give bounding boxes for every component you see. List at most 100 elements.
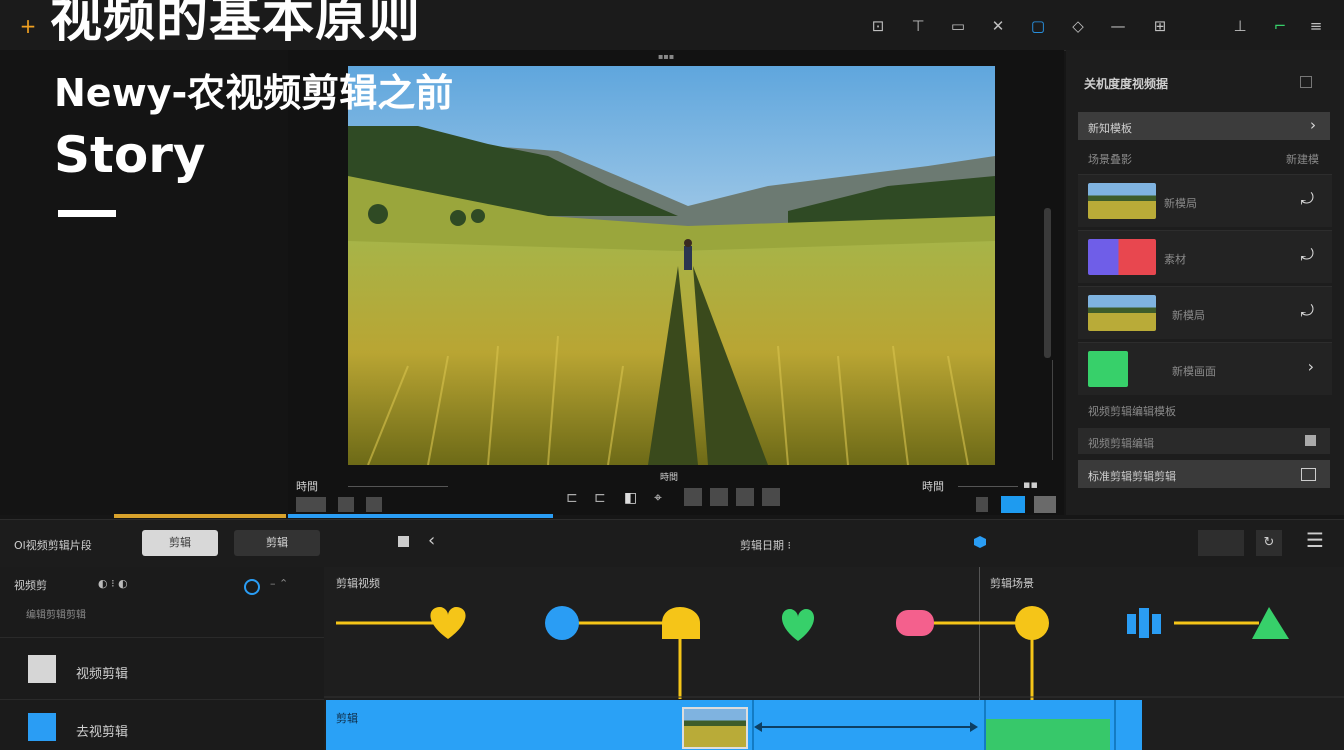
overlay-story: Story: [54, 126, 206, 184]
zoom-in-button[interactable]: [1034, 496, 1056, 513]
split-icon[interactable]: ▭: [948, 16, 968, 36]
template-label-3: 新模局: [1172, 309, 1205, 322]
window-icon: [1301, 468, 1316, 481]
record-icon[interactable]: [244, 579, 260, 595]
template-item-1[interactable]: 新模局 ⤾: [1078, 174, 1332, 227]
add-icon[interactable]: +: [18, 16, 38, 36]
clip-split: [1114, 700, 1116, 750]
section-label: 场景叠影: [1088, 153, 1132, 166]
tool-btn-2[interactable]: [710, 488, 728, 506]
chevron-left-icon[interactable]: ‹: [428, 530, 435, 551]
menu-icon[interactable]: ≡: [1306, 16, 1326, 36]
right-panel-header: 关机度度视频据: [1084, 77, 1169, 91]
template-item-4[interactable]: 新模画面 ›: [1078, 342, 1332, 395]
dome-keyframe-yellow: [662, 607, 700, 639]
section-right-label: 新建模: [1286, 153, 1319, 166]
track-list-icons[interactable]: ◐ ⁝ ◐: [98, 577, 128, 590]
bars-keyframe-blue: [1127, 608, 1161, 638]
template-thumb-1: [1088, 183, 1156, 219]
zoom-out-button[interactable]: [976, 497, 988, 512]
bracket-icon[interactable]: ⊏: [594, 490, 606, 506]
footer-label: 视频剪辑编辑模板: [1088, 405, 1176, 418]
track-divider: [0, 699, 324, 700]
template-item-3[interactable]: 新模局 ⤾: [1078, 286, 1332, 339]
settings-icon[interactable]: ⊥: [1230, 16, 1250, 36]
template-label-4: 新模画面: [1172, 365, 1216, 378]
template-item-2[interactable]: 素材 ⤾: [1078, 230, 1332, 283]
rotate-icon[interactable]: ⤾: [1301, 189, 1314, 209]
clip-label: 剪辑: [336, 712, 358, 725]
track-label-2: 去视剪辑: [76, 725, 129, 740]
template-label-1: 新模局: [1164, 197, 1197, 210]
title-underline: [58, 210, 116, 217]
corner-icon[interactable]: ⌐: [1270, 16, 1290, 36]
track-thumb-2: [28, 713, 56, 741]
circle-keyframe-blue: [545, 606, 579, 640]
selected-template-item[interactable]: 新知模板 ›: [1078, 112, 1330, 140]
green-clip[interactable]: [986, 719, 1110, 750]
option-row-2[interactable]: 标准剪辑剪辑剪辑: [1078, 460, 1330, 488]
left-panel: [0, 50, 289, 515]
tool-btn-1[interactable]: [684, 488, 702, 506]
layers-icon[interactable]: ☰: [1306, 528, 1324, 552]
overlay-title: 视频的基本原则: [50, 0, 422, 49]
progress-segment-left: [114, 514, 286, 518]
rotate-icon[interactable]: ⤾: [1301, 301, 1314, 321]
preview-time-end: ▪▪: [1023, 478, 1038, 491]
refresh-icon[interactable]: ↻: [1256, 530, 1282, 556]
close-icon[interactable]: ✕: [988, 16, 1008, 36]
rotate-icon[interactable]: ⤾: [1301, 245, 1314, 265]
timeline-canvas[interactable]: 剪辑视频 剪辑场景 剪辑: [324, 567, 1344, 750]
template-thumb-4: [1088, 351, 1128, 387]
frame-icon[interactable]: ▢: [1028, 16, 1048, 36]
preview-divider-left: [348, 486, 448, 487]
shape-icon[interactable]: ◇: [1068, 16, 1088, 36]
tool-btn-4[interactable]: [762, 488, 780, 506]
overlay-subtitle: Newy-农视频剪辑之前: [54, 71, 454, 115]
timeline-header: Ol视频剪辑片段 剪辑 剪辑 ‹ 剪辑日期 ⁝ ↻ ☰: [0, 519, 1344, 569]
pin-icon[interactable]: ⌖: [654, 490, 662, 506]
timeline-track-list: 视频剪 ◐ ⁝ ◐ – ⌃ 编辑剪辑剪辑 视频剪辑 去视剪辑: [0, 567, 325, 750]
template-label-2: 素材: [1164, 253, 1186, 266]
stop-icon[interactable]: [398, 536, 409, 547]
timeline-dropdown[interactable]: [1198, 530, 1244, 556]
option-row-1[interactable]: 视频剪辑编辑: [1078, 428, 1330, 454]
wheat-field-image: [348, 66, 995, 465]
preview-scrollbar[interactable]: [1044, 208, 1051, 358]
template-thumb-3: [1088, 295, 1156, 331]
preview-divider-right: [958, 486, 1018, 487]
track-list-sublabel: 编辑剪辑剪辑: [26, 610, 86, 621]
pill-keyframe-pink: [896, 610, 934, 636]
panel-expand-icon[interactable]: [1300, 76, 1312, 88]
timeline-btn-2[interactable]: 剪辑: [234, 530, 320, 556]
clip-thumbnail: [682, 707, 748, 749]
track-list-extra[interactable]: – ⌃: [270, 577, 288, 590]
preview-btn-a[interactable]: [296, 497, 326, 512]
preview-top-label: ▪▪▪: [658, 52, 675, 61]
marker-icon[interactable]: [974, 536, 986, 548]
preview-scroll-track: [1052, 360, 1053, 460]
preview-video-frame[interactable]: [348, 66, 995, 465]
fit-icon[interactable]: ⊏: [566, 490, 578, 506]
chevron-right-icon: ›: [1310, 116, 1316, 134]
timecode: 剪辑日期 ⁝: [740, 539, 791, 552]
minus-icon[interactable]: —: [1108, 16, 1128, 36]
bookmark-icon[interactable]: ◧: [624, 490, 637, 506]
text-tool-icon[interactable]: ⊤: [908, 16, 928, 36]
track-list-label: 视频剪: [14, 579, 47, 592]
preview-btn-c[interactable]: [366, 497, 382, 512]
right-panel: 关机度度视频据 新知模板 › 场景叠影 新建模 新模局 ⤾ 素材 ⤾ 新模局 ⤾…: [1066, 50, 1344, 515]
preview-time-center: 時間: [660, 473, 679, 483]
option-label-1: 视频剪辑编辑: [1088, 437, 1154, 450]
crop-icon[interactable]: ⊡: [868, 16, 888, 36]
tool-btn-3[interactable]: [736, 488, 754, 506]
progress-segment-right: [288, 514, 553, 518]
preview-btn-b[interactable]: [338, 497, 354, 512]
selected-template-label: 新知模板: [1088, 122, 1132, 135]
zoom-active-button[interactable]: [1001, 496, 1025, 513]
timeline-btn-1[interactable]: 剪辑: [142, 530, 218, 556]
option-label-2: 标准剪辑剪辑剪辑: [1088, 470, 1176, 483]
chevron-right-icon[interactable]: ›: [1308, 357, 1314, 376]
export-icon[interactable]: ⊞: [1150, 16, 1170, 36]
circle-keyframe-yellow: [1015, 606, 1049, 640]
